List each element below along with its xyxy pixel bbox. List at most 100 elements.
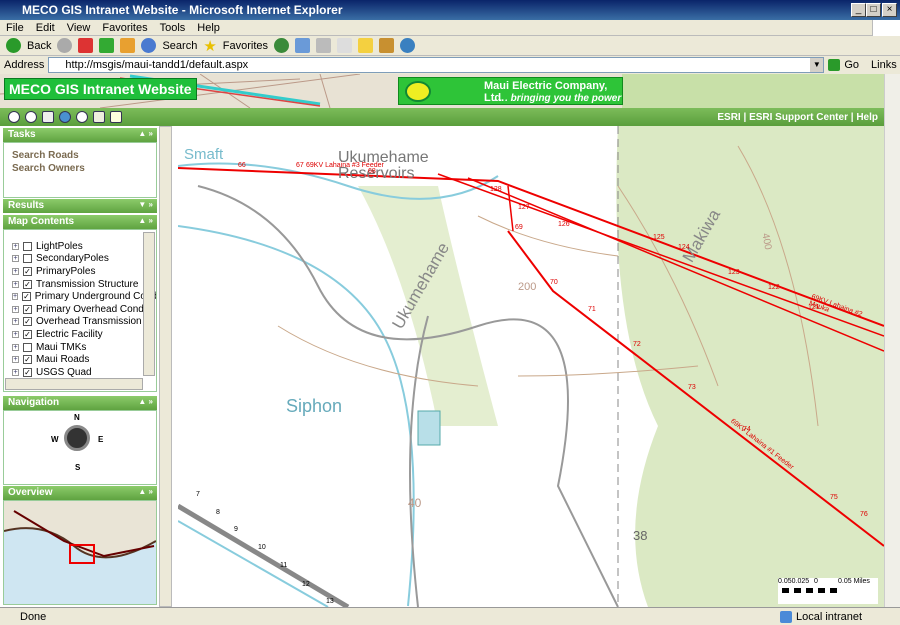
pole-label[interactable]: 9 xyxy=(234,526,238,533)
print-icon[interactable] xyxy=(316,38,332,53)
pole-label[interactable]: 76 xyxy=(860,511,868,518)
layer-checkbox[interactable] xyxy=(23,342,32,352)
expand-layer-icon[interactable]: + xyxy=(12,330,19,338)
pole-label[interactable]: 68 xyxy=(368,168,376,175)
expand-layer-icon[interactable]: + xyxy=(12,280,19,288)
east-label[interactable]: E xyxy=(98,435,103,444)
pole-label[interactable]: 126 xyxy=(558,221,570,228)
pole-label[interactable]: 11 xyxy=(280,562,287,569)
layer-checkbox[interactable]: ✓ xyxy=(23,367,32,377)
expand-layer-icon[interactable]: + xyxy=(12,255,19,263)
layer-checkbox[interactable]: ✓ xyxy=(23,266,32,276)
zoom-out-icon[interactable] xyxy=(25,111,37,123)
pole-label[interactable]: 127 xyxy=(518,204,530,211)
menu-tools[interactable]: Tools xyxy=(160,22,186,34)
pole-label[interactable]: 121 xyxy=(808,304,820,311)
edit-icon[interactable] xyxy=(337,38,353,53)
maximize-button[interactable]: □ xyxy=(866,3,881,17)
pole-label[interactable]: 69 xyxy=(515,224,523,231)
address-dropdown[interactable]: ▼ xyxy=(810,58,824,72)
layer-checkbox[interactable]: ✓ xyxy=(23,355,32,365)
forward-icon[interactable] xyxy=(57,38,73,53)
collapse-icon[interactable]: ▲ » xyxy=(138,129,153,138)
messenger-icon[interactable] xyxy=(400,38,416,53)
search-button[interactable]: Search xyxy=(162,40,197,52)
task-search-roads[interactable]: Search Roads xyxy=(12,149,156,162)
tasks-header[interactable]: Tasks ▲ » xyxy=(3,128,157,142)
pole-label[interactable]: 67 xyxy=(296,162,304,169)
pole-label[interactable]: 73 xyxy=(688,384,696,391)
expand-layer-icon[interactable]: + xyxy=(12,293,19,301)
menu-help[interactable]: Help xyxy=(197,22,220,34)
pole-label[interactable]: 66 xyxy=(238,162,246,169)
pole-label[interactable]: 122 xyxy=(768,284,780,291)
expand-layer-icon[interactable]: + xyxy=(12,368,19,376)
expand-layer-icon[interactable]: + xyxy=(12,242,19,250)
pole-label[interactable]: 128 xyxy=(490,186,502,193)
esri-support-link[interactable]: ESRI Support Center xyxy=(749,112,848,123)
zoom-to-icon[interactable] xyxy=(110,111,122,123)
collapse-icon[interactable]: ▲ » xyxy=(138,216,153,225)
minimize-button[interactable]: _ xyxy=(851,3,866,17)
collapse-icon[interactable]: ▲ » xyxy=(138,487,153,496)
north-label[interactable]: N xyxy=(74,413,80,422)
pole-label[interactable]: 71 xyxy=(588,306,596,313)
pole-label[interactable]: 12 xyxy=(302,581,310,588)
pole-label[interactable]: 75 xyxy=(830,494,838,501)
notes-icon[interactable] xyxy=(358,38,374,53)
favorites-icon[interactable]: ★ xyxy=(203,37,216,55)
links-button[interactable]: Links xyxy=(871,59,897,71)
zoom-in-icon[interactable] xyxy=(8,111,20,123)
go-button[interactable]: Go xyxy=(844,59,859,71)
menu-favorites[interactable]: Favorites xyxy=(102,22,147,34)
pan-icon[interactable] xyxy=(42,111,54,123)
pole-label[interactable]: 123 xyxy=(728,269,740,276)
layer-checkbox[interactable]: ✓ xyxy=(23,304,32,314)
layer-list-hscroll[interactable] xyxy=(5,378,143,390)
layer-checkbox[interactable]: ✓ xyxy=(23,317,32,327)
measure-icon[interactable] xyxy=(93,111,105,123)
layer-checkbox[interactable]: ✓ xyxy=(23,279,32,289)
overview-map[interactable] xyxy=(3,500,157,605)
layer-checkbox[interactable] xyxy=(23,254,32,264)
pole-label[interactable]: 8 xyxy=(216,509,220,516)
close-button[interactable]: × xyxy=(882,3,897,17)
expand-layer-icon[interactable]: + xyxy=(12,318,19,326)
layer-checkbox[interactable]: ✓ xyxy=(23,329,32,339)
address-input[interactable]: http://msgis/maui-tandd1/default.aspx ▼ xyxy=(48,57,825,73)
west-label[interactable]: W xyxy=(51,435,59,444)
collapse-icon[interactable]: ▲ » xyxy=(138,397,153,406)
map-contents-header[interactable]: Map Contents ▲ » xyxy=(3,215,157,229)
menu-edit[interactable]: Edit xyxy=(36,22,55,34)
full-extent-icon[interactable] xyxy=(59,111,71,123)
pole-label[interactable]: 124 xyxy=(678,244,690,251)
overview-header[interactable]: Overview ▲ » xyxy=(3,486,157,500)
layer-checkbox[interactable] xyxy=(23,241,32,251)
back-button[interactable]: Back xyxy=(27,40,51,52)
go-icon[interactable] xyxy=(828,59,841,71)
help-link[interactable]: Help xyxy=(856,112,878,123)
pole-label[interactable]: 125 xyxy=(653,234,665,241)
south-label[interactable]: S xyxy=(75,463,80,472)
pole-label[interactable]: 10 xyxy=(258,544,266,551)
map-view[interactable]: Smaft Ukumehame Reservoirs Ukumehame Sip… xyxy=(178,126,884,607)
pole-label[interactable]: 72 xyxy=(633,341,641,348)
layer-checkbox[interactable]: ✓ xyxy=(22,292,31,302)
back-icon[interactable] xyxy=(6,38,21,53)
expand-layer-icon[interactable]: + xyxy=(12,267,19,275)
history-icon[interactable] xyxy=(274,38,290,53)
left-panel-scrollbar[interactable] xyxy=(159,126,172,607)
page-vscroll[interactable] xyxy=(884,74,900,607)
stop-icon[interactable] xyxy=(78,38,94,53)
refresh-icon[interactable] xyxy=(99,38,115,53)
expand-icon[interactable]: ▼ » xyxy=(138,200,153,209)
expand-layer-icon[interactable]: + xyxy=(12,305,19,313)
pole-label[interactable]: 7 xyxy=(196,491,200,498)
layer-list-vscroll[interactable] xyxy=(143,232,155,376)
results-header[interactable]: Results ▼ » xyxy=(3,199,157,213)
esri-link[interactable]: ESRI xyxy=(717,112,740,123)
research-icon[interactable] xyxy=(379,38,395,53)
compass-rose-icon[interactable] xyxy=(64,425,90,451)
navigation-header[interactable]: Navigation ▲ » xyxy=(3,396,157,410)
expand-layer-icon[interactable]: + xyxy=(12,343,19,351)
